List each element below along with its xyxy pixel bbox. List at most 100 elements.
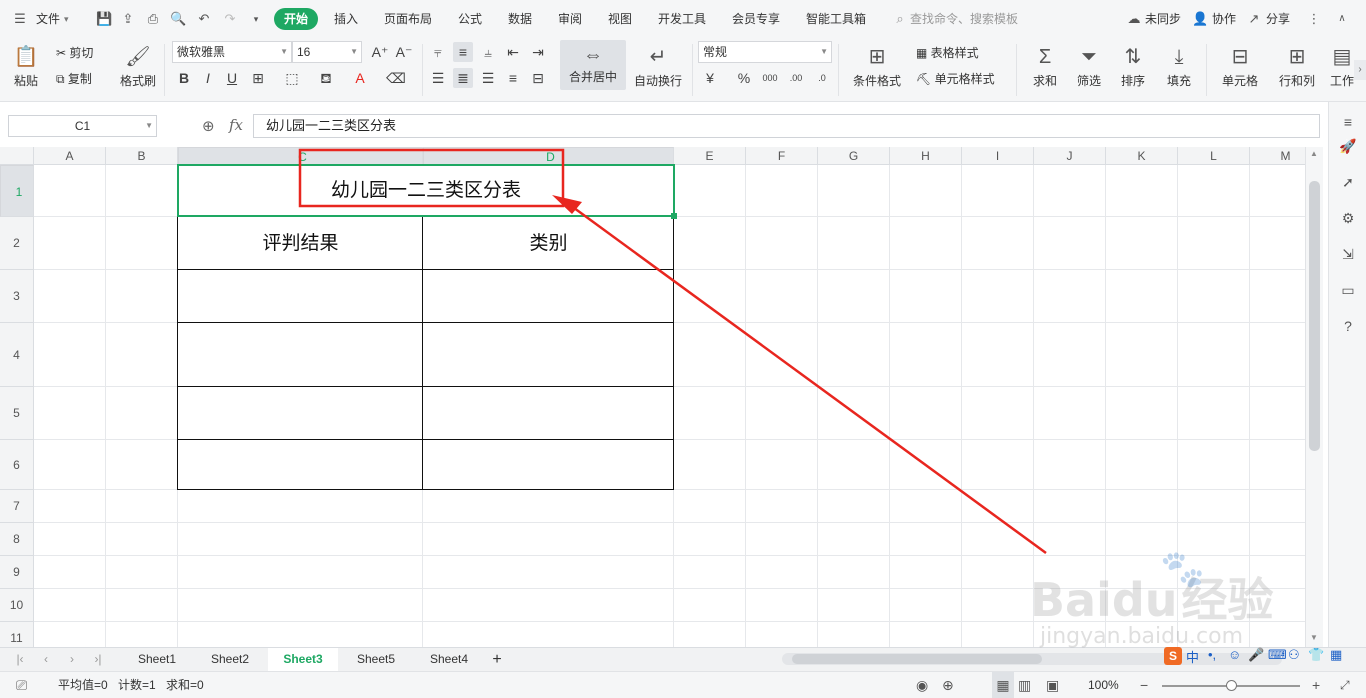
font-name-select[interactable]: 微软雅黑 ▼ xyxy=(172,41,292,63)
scroll-thumb[interactable] xyxy=(1309,181,1320,451)
tab-insert[interactable]: 插入 xyxy=(334,0,358,38)
undo-icon[interactable]: ↶ xyxy=(196,11,212,27)
tab-page-layout[interactable]: 页面布局 xyxy=(384,0,432,38)
row-header[interactable]: 5 xyxy=(0,387,34,440)
tab-member[interactable]: 会员专享 xyxy=(732,0,780,38)
archive-icon[interactable]: ▭ xyxy=(1338,280,1358,300)
indent-decrease-icon[interactable]: ⇤ xyxy=(503,42,523,62)
next-sheet-icon[interactable]: › xyxy=(62,648,82,671)
scroll-down-icon[interactable]: ▼ xyxy=(1310,633,1318,642)
settings-sliders-icon[interactable]: ⚙ xyxy=(1338,208,1358,228)
zoom-slider-thumb[interactable] xyxy=(1226,680,1237,691)
column-header[interactable]: I xyxy=(962,147,1034,165)
print-icon[interactable]: ⎙ xyxy=(145,11,161,27)
column-header[interactable]: B xyxy=(106,147,178,165)
sheet-tab-active[interactable]: Sheet3 xyxy=(268,648,338,671)
align-top-icon[interactable]: ⫧ xyxy=(428,42,448,62)
zoom-level[interactable]: 100% xyxy=(1088,672,1119,698)
format-painter-button[interactable]: 🖌 格式刷 xyxy=(118,42,158,89)
indent-increase-icon[interactable]: ⇥ xyxy=(528,42,548,62)
tab-review[interactable]: 审阅 xyxy=(558,0,582,38)
tab-home[interactable]: 开始 xyxy=(274,8,319,30)
column-header[interactable]: D xyxy=(423,147,674,165)
fill-handle[interactable] xyxy=(671,213,677,219)
zoom-formula-icon[interactable]: ⊕ xyxy=(202,117,215,135)
row-header[interactable]: 11 xyxy=(0,622,34,647)
column-header[interactable]: L xyxy=(1178,147,1250,165)
zoom-out-icon[interactable]: − xyxy=(1140,672,1148,698)
align-right-icon[interactable]: ☰ xyxy=(478,68,498,88)
eye-icon[interactable]: ◉ xyxy=(916,672,928,698)
cells-button[interactable]: ⊟ 单元格 xyxy=(1214,42,1266,89)
help-icon[interactable]: ? xyxy=(1338,316,1358,336)
page-view-icon[interactable]: ▣ xyxy=(1046,672,1059,698)
row-header[interactable]: 6 xyxy=(0,440,34,490)
rocket-icon[interactable]: 🚀 xyxy=(1338,136,1358,156)
align-bottom-icon[interactable]: ⫨ xyxy=(478,42,498,62)
row-header[interactable]: 10 xyxy=(0,589,34,622)
column-header[interactable]: M xyxy=(1250,147,1305,165)
filter-button[interactable]: ⏷ 筛选 xyxy=(1070,42,1108,89)
font-size-select[interactable]: 16 ▼ xyxy=(292,41,362,63)
row-header[interactable]: 7 xyxy=(0,490,34,523)
chevron-down-icon[interactable]: ▾ xyxy=(64,0,69,38)
column-header[interactable]: H xyxy=(890,147,962,165)
cell-style-button[interactable]: ⛏ 单元格样式 xyxy=(916,70,995,87)
save-icon[interactable]: 💾 xyxy=(96,11,112,27)
currency-icon[interactable]: ¥ xyxy=(700,68,720,88)
fx-icon[interactable]: fx xyxy=(229,116,243,134)
sheet-tab[interactable]: Sheet1 xyxy=(122,648,192,671)
row-header[interactable]: 2 xyxy=(0,217,34,270)
fill-color-icon[interactable]: ⛾ xyxy=(316,68,336,88)
sync-button[interactable]: 未同步 xyxy=(1145,0,1181,38)
justify-icon[interactable]: ≡ xyxy=(503,68,523,88)
percent-icon[interactable]: % xyxy=(734,68,754,88)
add-sheet-button[interactable]: + xyxy=(486,648,508,671)
cursor-icon[interactable]: ➚ xyxy=(1338,172,1358,192)
header-cell-category[interactable]: 类别 xyxy=(423,217,674,270)
bold-icon[interactable]: B xyxy=(174,68,194,88)
thousands-icon[interactable]: 000 xyxy=(760,68,780,88)
column-header[interactable]: A xyxy=(34,147,106,165)
column-header[interactable]: G xyxy=(818,147,890,165)
sort-button[interactable]: ⇅ 排序 xyxy=(1114,42,1152,89)
table-style-button[interactable]: ▦ 表格样式 xyxy=(916,44,979,61)
sheet-tab[interactable]: Sheet4 xyxy=(414,648,484,671)
menu-icon[interactable]: ☰ xyxy=(12,11,28,27)
row-header[interactable]: 8 xyxy=(0,523,34,556)
sheet-tab[interactable]: Sheet5 xyxy=(342,648,410,671)
column-header[interactable]: C xyxy=(178,147,423,165)
column-header[interactable]: E xyxy=(674,147,746,165)
align-left-icon[interactable]: ☰ xyxy=(428,68,448,88)
clear-icon[interactable]: ⌫ xyxy=(386,68,406,88)
align-center-icon[interactable]: ≣ xyxy=(453,68,473,88)
sidebar-menu-icon[interactable]: ≡ xyxy=(1338,112,1358,132)
border-icon[interactable]: ⊞ xyxy=(248,68,268,88)
select-all-corner[interactable] xyxy=(0,147,34,165)
name-box[interactable]: C1 ▼ xyxy=(8,115,157,137)
header-cell-result[interactable]: 评判结果 xyxy=(178,217,423,270)
formula-input[interactable]: 幼儿园一二三类区分表 xyxy=(253,114,1320,138)
sheet-tab[interactable]: Sheet2 xyxy=(196,648,264,671)
underline-icon[interactable]: U xyxy=(222,68,242,88)
tab-view[interactable]: 视图 xyxy=(608,0,632,38)
fill-button[interactable]: ⤓ 填充 xyxy=(1160,42,1198,89)
column-header[interactable]: K xyxy=(1106,147,1178,165)
tab-developer[interactable]: 开发工具 xyxy=(658,0,706,38)
prev-sheet-icon[interactable]: ‹ xyxy=(36,648,56,671)
print-preview-icon[interactable]: 🔍 xyxy=(170,11,186,27)
customize-icon[interactable]: ▾ xyxy=(248,11,264,27)
font-color-icon[interactable]: A xyxy=(350,68,370,88)
conditional-format-button[interactable]: ⊞ 条件格式 xyxy=(846,42,908,89)
distribute-icon[interactable]: ⊟ xyxy=(528,68,548,88)
search-input[interactable]: 查找命令、搜索模板 xyxy=(910,0,1018,38)
more-icon[interactable]: ⋮ xyxy=(1306,11,1322,27)
normal-view-icon[interactable]: ▦ xyxy=(992,672,1014,698)
merge-center-button[interactable]: ⇔ 合并居中 xyxy=(560,40,626,90)
column-header[interactable]: J xyxy=(1034,147,1106,165)
decrease-font-icon[interactable]: A⁻ xyxy=(394,42,414,62)
row-header[interactable]: 3 xyxy=(0,270,34,323)
vertical-scrollbar[interactable]: ▲ ▼ xyxy=(1305,147,1323,647)
center-icon[interactable]: ⊕ xyxy=(942,672,954,698)
page-break-view-icon[interactable]: ▥ xyxy=(1018,672,1031,698)
